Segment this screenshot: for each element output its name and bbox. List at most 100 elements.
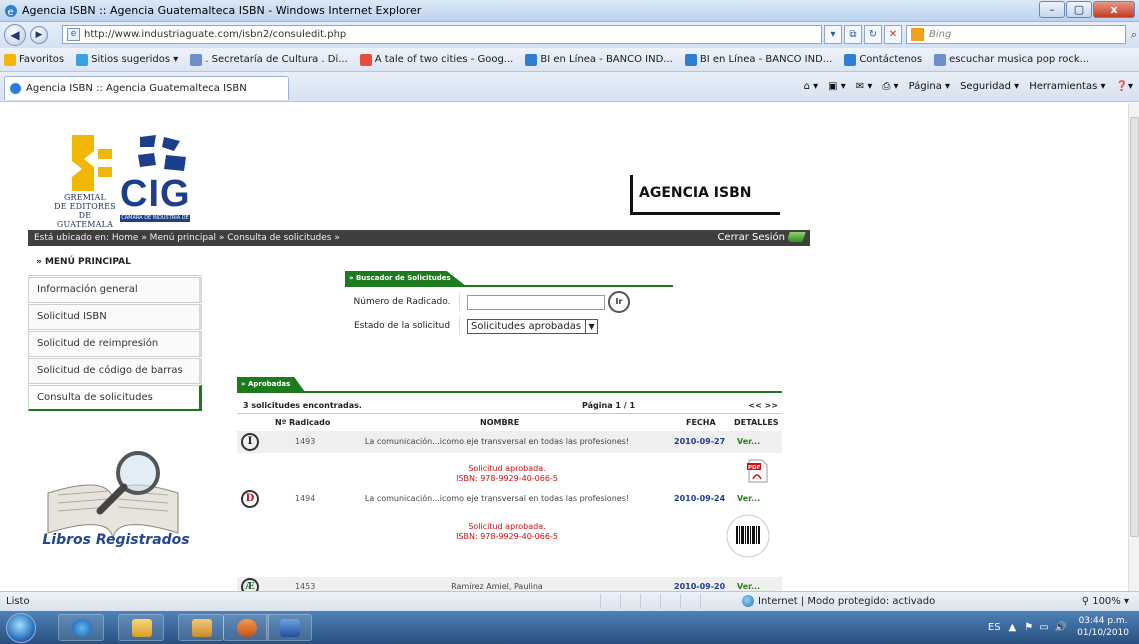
volume-icon[interactable]: 🔊 (1055, 622, 1067, 633)
approved-tab: » Aprobadas (237, 377, 305, 391)
tools-menu[interactable]: Herramientas ▾ (1029, 81, 1105, 92)
page-icon: e (67, 28, 80, 41)
radicado-input[interactable] (467, 294, 605, 310)
radicado-label: Número de Radicado. (345, 293, 460, 311)
security-zone[interactable]: Internet | Modo protegido: activado (742, 595, 935, 607)
print-icon[interactable]: ⎙ ▾ (882, 81, 898, 92)
favorite-link[interactable]: BI en Línea - BANCO IND... (684, 53, 832, 66)
sidebar-item-reimpresion[interactable]: Solicitud de reimpresión (28, 331, 202, 357)
security-menu[interactable]: Seguridad ▾ (960, 81, 1019, 92)
home-icon[interactable]: ⌂ ▾ (804, 81, 819, 92)
col-radicado: Nº Radicado (275, 418, 331, 427)
chevron-down-icon: ▼ (585, 319, 597, 333)
dropdown-icon[interactable]: ▾ (824, 25, 842, 44)
estado-select[interactable]: Solicitudes aprobadas ▼ (467, 318, 599, 334)
favorite-link[interactable]: A tale of two cities - Goog... (359, 53, 514, 66)
search-input[interactable]: Bing ⌕ (906, 25, 1137, 44)
minimize-button[interactable]: – (1039, 1, 1065, 18)
taskbar-word-button[interactable] (266, 614, 312, 641)
request-type-icon: Æ (241, 578, 259, 591)
favorite-label: Sitios sugeridos ▾ (91, 54, 179, 65)
page-indicator: Página 1 / 1 (582, 401, 636, 410)
ie-logo-icon: e (5, 5, 17, 18)
table-row: I 1493 La comunicación...icomo eje trans… (237, 433, 782, 453)
col-nombre: NOMBRE (480, 418, 520, 427)
ver-link[interactable]: Ver... (737, 494, 760, 503)
approval-status: Solicitud aprobada. ISBN: 978-9929-40-06… (456, 522, 558, 541)
back-button[interactable]: ◀ (4, 24, 26, 46)
svg-text:e: e (8, 7, 14, 18)
logout-link[interactable]: Cerrar Sesión (717, 230, 806, 246)
taskbar-ie-button[interactable] (58, 614, 104, 641)
favorite-link[interactable]: Sitios sugeridos ▾ (76, 53, 179, 66)
favorites-bar: Favoritos Sitios sugeridos ▾ . Secretaría … (0, 48, 1139, 72)
ie-page-icon (844, 53, 857, 66)
meta-divider (237, 413, 782, 414)
barcode-icon[interactable] (725, 513, 771, 559)
favorite-link[interactable]: Contáctenos (844, 53, 922, 66)
cig-subtitle: CÁMARA DE INDUSTRIA DE GUATEMALA (121, 215, 189, 228)
radicado-cell: 1493 (295, 437, 316, 446)
refresh-icon[interactable]: ↻ (864, 25, 882, 44)
zoom-level[interactable]: ⚲ 100% ▾ (1082, 596, 1129, 607)
tab-label: Agencia ISBN :: Agencia Guatemalteca ISB… (26, 83, 247, 94)
taskbar-media-button[interactable] (223, 614, 269, 641)
pager-links[interactable]: << >> (748, 401, 778, 410)
page-icon (934, 53, 947, 66)
window-titlebar: e Agencia ISBN :: Agencia Guatemalteca I… (0, 0, 1139, 22)
taskbar-explorer-button[interactable] (118, 614, 164, 641)
scrollbar-thumb[interactable] (1130, 117, 1139, 537)
favorite-link[interactable]: escuchar musica pop rock... (934, 53, 1090, 66)
mail-icon[interactable]: ✉ ▾ (856, 81, 873, 92)
window-title: Agencia ISBN :: Agencia Guatemalteca ISB… (22, 4, 422, 17)
checkmark-icon (786, 232, 806, 242)
searcher-title: » Buscador de Solicitudes (345, 271, 465, 285)
ver-link[interactable]: Ver... (737, 582, 760, 591)
start-button[interactable] (6, 613, 36, 643)
favorite-label: BI en Línea - BANCO IND... (540, 54, 673, 65)
sidebar-item-informacion[interactable]: Información general (28, 277, 202, 303)
feeds-icon[interactable]: ▣ ▾ (828, 81, 846, 92)
sidebar-title: » MENÚ PRINCIPAL (28, 246, 202, 276)
approval-status: Solicitud aprobada. ISBN: 978-9929-40-06… (456, 464, 558, 483)
pdf-icon[interactable]: PDF (747, 459, 769, 483)
taskbar-outlook-button[interactable] (178, 614, 224, 641)
sidebar-item-codigo-barras[interactable]: Solicitud de código de barras (28, 358, 202, 384)
ver-link[interactable]: Ver... (737, 437, 760, 446)
forward-button[interactable]: ▶ (30, 26, 48, 44)
fecha-cell: 2010-09-24 (674, 494, 726, 503)
sidebar-item-consulta[interactable]: Consulta de solicitudes (28, 385, 202, 411)
ie-page-icon (525, 53, 538, 66)
address-input[interactable]: e http://www.industriaguate.com/isbn2/co… (62, 25, 822, 44)
suggested-sites-icon (76, 53, 89, 66)
sidebar-item-solicitud-isbn[interactable]: Solicitud ISBN (28, 304, 202, 330)
radicado-cell: 1494 (295, 494, 316, 503)
compatibility-icon[interactable]: ⧉ (844, 25, 862, 44)
page-menu[interactable]: Página ▾ (909, 81, 951, 92)
tab-agencia-isbn[interactable]: Agencia ISBN :: Agencia Guatemalteca ISB… (4, 76, 289, 100)
close-button[interactable]: x (1093, 1, 1135, 18)
clock[interactable]: 03:44 p.m. 01/10/2010 (1077, 615, 1129, 639)
favorite-label: escuchar musica pop rock... (949, 54, 1090, 65)
tray-expand-icon[interactable]: ▲ (1009, 622, 1017, 633)
stop-icon[interactable]: ✕ (884, 25, 902, 44)
favorite-link[interactable]: . Secretaría de Cultura . Di... (190, 53, 348, 66)
taskbar: ES ▲ ⚑ ▭ 🔊 03:44 p.m. 01/10/2010 (0, 611, 1139, 644)
search-icon[interactable]: ⌕ (1131, 28, 1137, 42)
favorite-label: A tale of two cities - Goog... (374, 54, 514, 65)
favorite-link[interactable]: BI en Línea - BANCO IND... (525, 53, 673, 66)
radicado-row: Número de Radicado. Ir (345, 291, 630, 313)
network-icon[interactable]: ▭ (1039, 622, 1048, 633)
table-row: Æ 1453 Ramírez Amiel, Paulina 2010-09-20… (237, 578, 782, 591)
language-indicator[interactable]: ES (988, 622, 1001, 633)
results-divider (237, 391, 782, 393)
favorite-link[interactable]: Favoritos (4, 53, 64, 66)
nombre-cell: La comunicación...icomo eje transversal … (364, 494, 630, 503)
libros-registrados-banner[interactable]: Libros Registrados (36, 532, 196, 548)
vertical-scrollbar[interactable] (1128, 103, 1139, 591)
address-bar: ◀ ▶ e http://www.industriaguate.com/isbn… (0, 22, 1139, 48)
go-button[interactable]: Ir (608, 291, 630, 313)
help-icon[interactable]: ❓▾ (1116, 81, 1133, 92)
flag-icon[interactable]: ⚑ (1024, 622, 1033, 633)
maximize-button[interactable]: ▢ (1066, 1, 1092, 18)
